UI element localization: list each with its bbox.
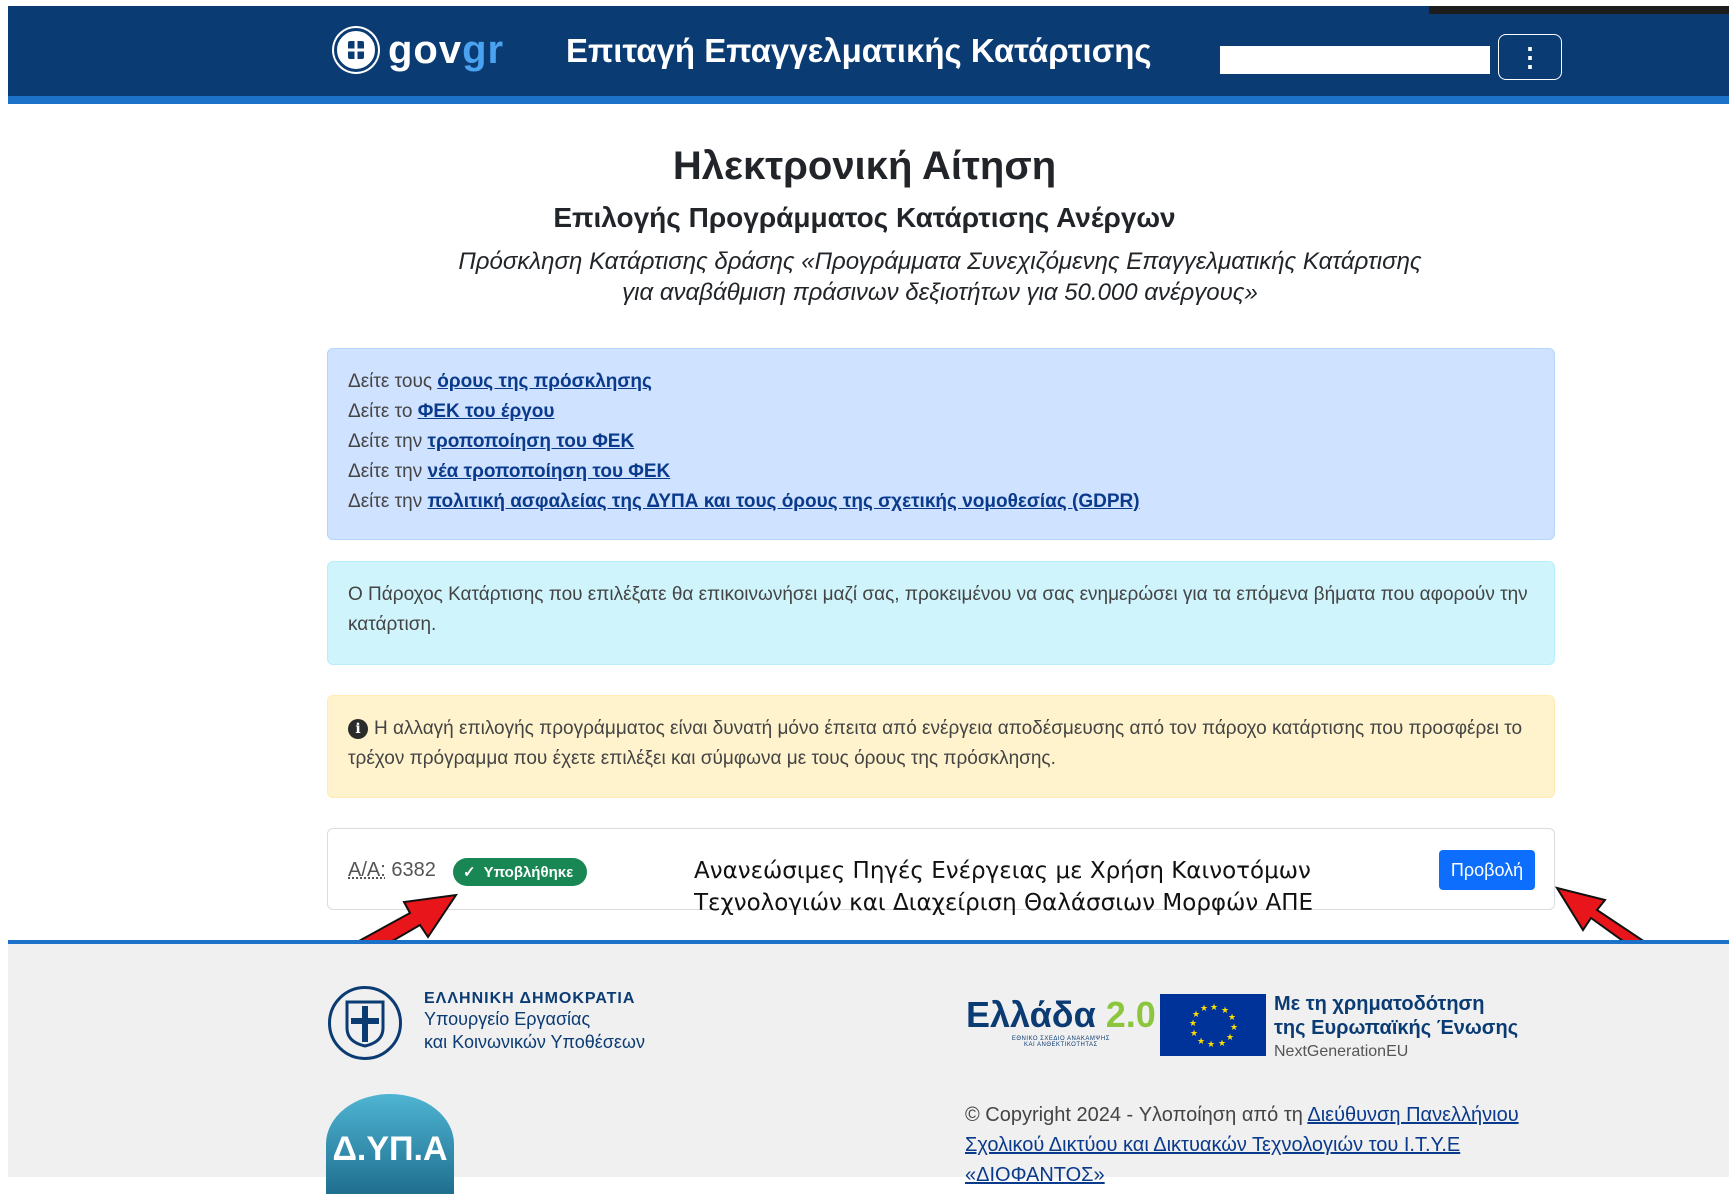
fek-amendment-link[interactable]: τροποποίηση του ΦΕΚ [428,431,635,452]
kebab-menu-icon: ⋮ [1517,41,1543,72]
footer: ΕΛΛΗΝΙΚΗ ΔΗΜΟΚΡΑΤΙΑ Υπουργείο Εργασίας κ… [8,940,1729,1194]
svg-text:★: ★ [1189,1019,1197,1029]
alert-line: Δείτε την τροποποίηση του ΦΕΚ [348,427,1534,457]
warning-text: Η αλλαγή επιλογής προγράμματος είναι δυν… [348,718,1523,769]
ellada-wordmark: Ελλάδα 2.0 [966,994,1156,1036]
user-name-field [1220,46,1490,74]
alert-line: Δείτε την νέα τροποποίηση του ΦΕΚ [348,457,1534,487]
application-card: Α/Α: 6382 ✓ Υποβλήθηκε Ανανεώσιμες Πηγές… [327,828,1555,916]
check-icon: ✓ [463,864,476,881]
svg-text:★: ★ [1210,1003,1218,1013]
greece-2-0-logo: Ελλάδα 2.0 ΕΘΝΙΚΟ ΣΧΕΔΙΟ ΑΝΑΚΑΜΨΗΣ ΚΑΙ Α… [966,994,1156,1048]
logo-wordmark: govgr [388,28,504,72]
eu-line-3: NextGenerationEU [1274,1043,1409,1060]
invitation-line-1: Πρόσκληση Κατάρτισης δράσης «Προγράμματα… [458,248,1422,275]
svg-text:★: ★ [1228,1013,1236,1023]
window-edge-strip [1429,6,1729,14]
kebab-menu-button[interactable]: ⋮ [1498,34,1562,80]
ministry-line-2: Υπουργείο Εργασίας [424,1009,591,1029]
svg-text:★: ★ [1218,1039,1226,1049]
govgr-logo[interactable]: govgr [334,28,504,72]
alert-line: Δείτε την πολιτική ασφαλείας της ΔΥΠΑ κα… [348,487,1534,517]
svg-text:★: ★ [1192,1010,1200,1020]
view-button[interactable]: Προβολή [1439,850,1535,890]
gdpr-policy-link[interactable]: πολιτική ασφαλείας της ΔΥΠΑ και τους όρο… [428,491,1140,512]
ministry-line-3: και Κοινωνικών Υποθέσεων [424,1032,645,1052]
program-title-line-2: Τεχνολογιών και Διαχείριση Θαλάσσιων Μορ… [694,890,1314,916]
fek-new-amendment-link[interactable]: νέα τροποποίηση του ΦΕΚ [428,461,671,482]
provider-info-alert: Ο Πάροχος Κατάρτισης που επιλέξατε θα επ… [327,561,1555,665]
ellada-subtitle-2: ΚΑΙ ΑΝΘΕΚΤΙΚΟΤΗΤΑΣ [1024,1042,1098,1048]
aa-label: Α/Α: [348,859,386,881]
alert-prefix: Δείτε την [348,461,428,482]
invitation-text: Πρόσκληση Κατάρτισης δράσης «Προγράμματα… [400,246,1480,308]
svg-text:★: ★ [1207,1040,1215,1050]
greek-seal-icon [328,986,402,1060]
eu-flag-icon: ★ ★ ★ ★ ★ ★ ★ ★ ★ ★ ★ ★ [1160,994,1266,1056]
app-title: Επιταγή Επαγγελματικής Κατάρτισης [566,32,1152,69]
copyright-prefix: © Copyright 2024 - Υλοποίηση από τη [965,1104,1308,1126]
ellada-text: Ελλάδα [966,994,1096,1035]
program-title: Ανανεώσιμες Πηγές Ενέργειας με Χρήση Και… [694,855,1314,919]
alert-line: Δείτε τους όρους της πρόσκλησης [348,367,1534,397]
fek-link[interactable]: ΦΕΚ του έργου [418,401,555,422]
documents-alert: Δείτε τους όρους της πρόσκλησης Δείτε το… [327,348,1555,540]
info-circle-icon: i [348,719,368,739]
logo-gr-text: gr [462,28,505,72]
top-navbar: govgr Επιταγή Επαγγελματικής Κατάρτισης … [8,6,1729,104]
alert-prefix: Δείτε την [348,431,428,452]
alert-line: Δείτε το ΦΕΚ του έργου [348,397,1534,427]
provider-info-text: Ο Πάροχος Κατάρτισης που επιλέξατε θα επ… [348,584,1528,635]
ministry-line-1: ΕΛΛΗΝΙΚΗ ΔΗΜΟΚΡΑΤΙΑ [424,990,636,1007]
alert-prefix: Δείτε το [348,401,418,422]
alert-prefix: Δείτε την [348,491,428,512]
logo-gov-text: gov [388,28,463,72]
svg-text:★: ★ [1226,1033,1234,1043]
svg-text:★: ★ [1230,1023,1238,1033]
svg-text:★: ★ [1197,1037,1205,1047]
status-badge: ✓ Υποβλήθηκε [453,858,588,886]
svg-text:★: ★ [1200,1004,1208,1014]
eu-line-1: Με τη χρηματοδότηση [1274,993,1485,1015]
ministry-logo: ΕΛΛΗΝΙΚΗ ΔΗΜΟΚΡΑΤΙΑ Υπουργείο Εργασίας κ… [328,986,645,1060]
alert-prefix: Δείτε τους [348,371,438,392]
application-number: Α/Α: 6382 [348,859,436,882]
svg-text:★: ★ [1190,1029,1198,1039]
greek-seal-icon [334,28,378,72]
invitation-line-2: για αναβάθμιση πράσινων δεξιοτήτων για 5… [622,279,1258,306]
program-title-line-1: Ανανεώσιμες Πηγές Ενέργειας με Χρήση Και… [694,858,1311,884]
page-title: Ηλεκτρονική Αίτηση [672,144,1057,188]
eu-funding-text: Με τη χρηματοδότηση της Ευρωπαϊκής Ένωση… [1274,992,1518,1061]
terms-link[interactable]: όρους της πρόσκλησης [437,371,652,392]
program-change-warning: iΗ αλλαγή επιλογής προγράμματος είναι δυ… [327,695,1555,798]
ellada-number: 2.0 [1105,994,1156,1035]
aa-value: 6382 [391,859,436,881]
status-label: Υποβλήθηκε [483,863,574,881]
ministry-text: ΕΛΛΗΝΙΚΗ ΔΗΜΟΚΡΑΤΙΑ Υπουργείο Εργασίας κ… [424,990,645,1054]
eu-line-2: της Ευρωπαϊκής Ένωσης [1274,1017,1519,1039]
dypa-logo: Δ.ΥΠ.Α [326,1094,454,1194]
page-subtitle: Επιλογής Προγράμματος Κατάρτισης Ανέργων [553,202,1176,233]
